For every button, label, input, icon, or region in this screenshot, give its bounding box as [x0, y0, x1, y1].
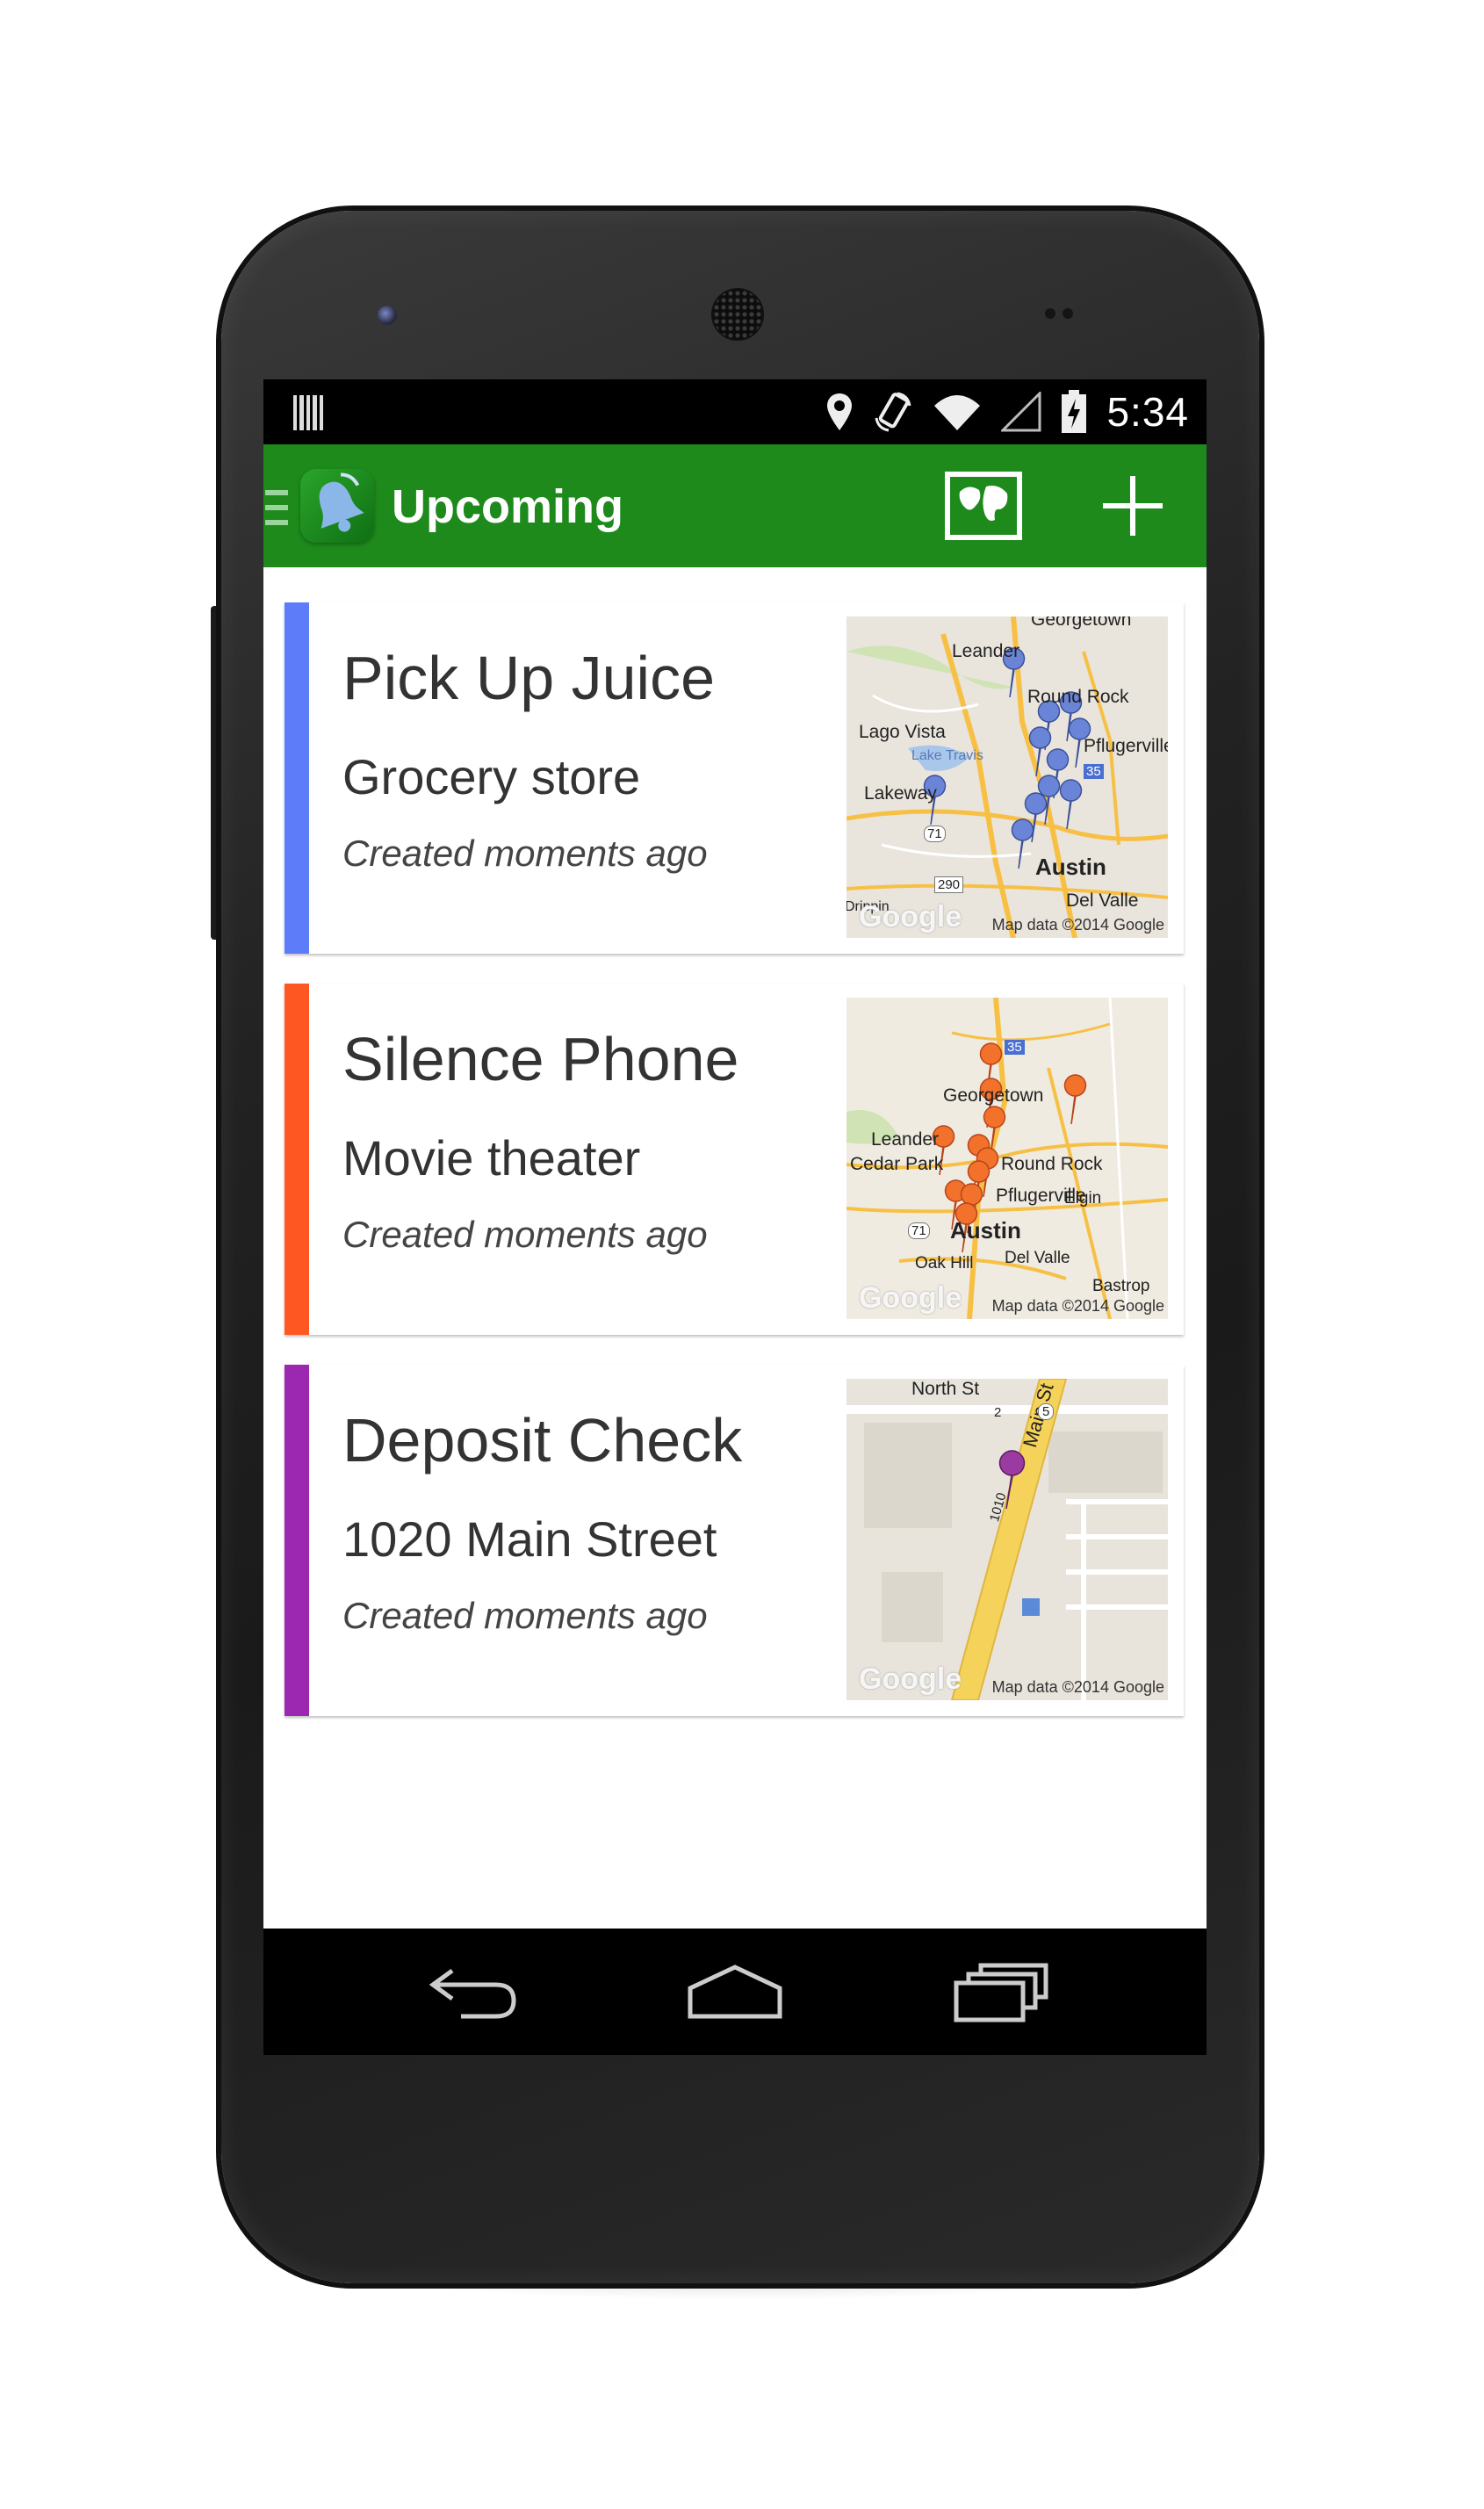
- map-label: Round Rock: [1027, 687, 1129, 707]
- notification-icon: [293, 395, 324, 430]
- navigation-bar: [263, 1929, 1207, 2055]
- reminder-color-bar: [285, 602, 309, 954]
- earpiece-speaker: [711, 288, 764, 341]
- reminder-title: Pick Up Juice: [342, 644, 716, 712]
- map-logo: Google: [859, 1662, 962, 1696]
- wifi-icon: [934, 395, 981, 430]
- app-title: Upcoming: [392, 480, 623, 533]
- location-icon: [827, 393, 853, 430]
- map-credit: Map data ©2014 Google: [991, 1297, 1164, 1315]
- reminder-card[interactable]: Pick Up Juice Grocery store Created mome…: [285, 602, 1184, 954]
- reminder-list: Pick Up Juice Grocery store Created mome…: [263, 567, 1207, 1914]
- map-label: 5: [1038, 1403, 1055, 1420]
- reminder-card[interactable]: Deposit Check 1020 Main Street Created m…: [285, 1365, 1184, 1716]
- front-camera: [378, 306, 397, 325]
- map-view-button[interactable]: [944, 471, 1023, 541]
- map-label: Round Rock: [1001, 1154, 1103, 1174]
- map-label: 2: [994, 1405, 1002, 1420]
- reminder-timestamp: Created moments ago: [342, 833, 708, 874]
- map-logo: Google: [859, 900, 962, 934]
- map-roads: [846, 1379, 1168, 1700]
- map-label: Austin: [1035, 854, 1106, 880]
- map-label: 71: [924, 826, 946, 842]
- reminder-color-bar: [285, 1365, 309, 1716]
- status-bar: 5:34: [263, 379, 1207, 444]
- map-label: Lake Travis: [911, 748, 983, 763]
- map-label: Cedar Park: [850, 1154, 944, 1174]
- home-button[interactable]: [687, 1962, 783, 2023]
- app-logo[interactable]: [300, 469, 374, 543]
- reminder-map-thumbnail[interactable]: Georgetown Leander Round Rock Lago Vista…: [846, 616, 1168, 938]
- reminder-timestamp: Created moments ago: [342, 1214, 708, 1255]
- reminder-card[interactable]: Silence Phone Movie theater Created mome…: [285, 984, 1184, 1335]
- rotate-icon: [875, 392, 911, 432]
- battery-charging-icon: [1062, 390, 1087, 433]
- reminder-title: Deposit Check: [342, 1406, 743, 1474]
- volume-button: [211, 606, 221, 940]
- signal-icon: [1001, 392, 1041, 432]
- phone-screen: 5:34 Upcoming Pick Up Juice Grocery stor…: [263, 379, 1207, 2055]
- reminder-timestamp: Created moments ago: [342, 1595, 708, 1636]
- reminder-title: Silence Phone: [342, 1025, 739, 1093]
- app-bar: Upcoming: [263, 444, 1207, 567]
- bell-icon: [319, 472, 364, 532]
- map-label: Pflugerville: [1084, 736, 1168, 756]
- reminder-location: Grocery store: [342, 749, 641, 804]
- map-label: Lakeway: [864, 783, 937, 804]
- proximity-sensors: [1045, 307, 1084, 320]
- map-view-icon: [945, 472, 1022, 540]
- map-logo: Google: [859, 1281, 962, 1315]
- reminder-color-bar: [285, 984, 309, 1335]
- reminder-location: 1020 Main Street: [342, 1511, 717, 1567]
- reminder-map-thumbnail[interactable]: 35 Georgetown Leander Cedar Park Round R…: [846, 998, 1168, 1319]
- map-label: North St: [911, 1379, 980, 1399]
- map-label: Elgin: [1064, 1189, 1102, 1208]
- back-button[interactable]: [426, 1962, 522, 2023]
- home-icon: [688, 1965, 782, 2019]
- map-label: Lago Vista: [859, 722, 946, 742]
- map-label: Austin: [950, 1217, 1021, 1244]
- back-icon: [429, 1968, 516, 2019]
- recent-apps-icon: [954, 1963, 1048, 2022]
- status-clock: 5:34: [1106, 389, 1189, 435]
- reminder-map-thumbnail[interactable]: North St Main St 5 2 1010 Google Map dat…: [846, 1379, 1168, 1700]
- map-label: 290: [934, 876, 964, 893]
- map-label: 35: [1084, 764, 1104, 779]
- add-reminder-button[interactable]: [1098, 471, 1168, 541]
- map-label: Georgetown: [1031, 616, 1132, 630]
- map-label: Leander: [871, 1129, 940, 1150]
- map-credit: Map data ©2014 Google: [991, 916, 1164, 934]
- map-label: 35: [1005, 1040, 1025, 1055]
- map-label: 71: [908, 1222, 930, 1239]
- add-icon: [1103, 476, 1163, 536]
- map-label: Oak Hill: [915, 1254, 974, 1273]
- map-label: Leander: [952, 641, 1020, 661]
- recent-apps-button[interactable]: [953, 1962, 1049, 2023]
- map-label: Del Valle: [1066, 890, 1139, 911]
- map-label: Georgetown: [943, 1085, 1044, 1106]
- map-label: Del Valle: [1005, 1249, 1070, 1267]
- map-label: Bastrop: [1092, 1277, 1150, 1295]
- drawer-menu-icon[interactable]: [265, 490, 288, 525]
- map-credit: Map data ©2014 Google: [991, 1678, 1164, 1696]
- reminder-location: Movie theater: [342, 1130, 641, 1186]
